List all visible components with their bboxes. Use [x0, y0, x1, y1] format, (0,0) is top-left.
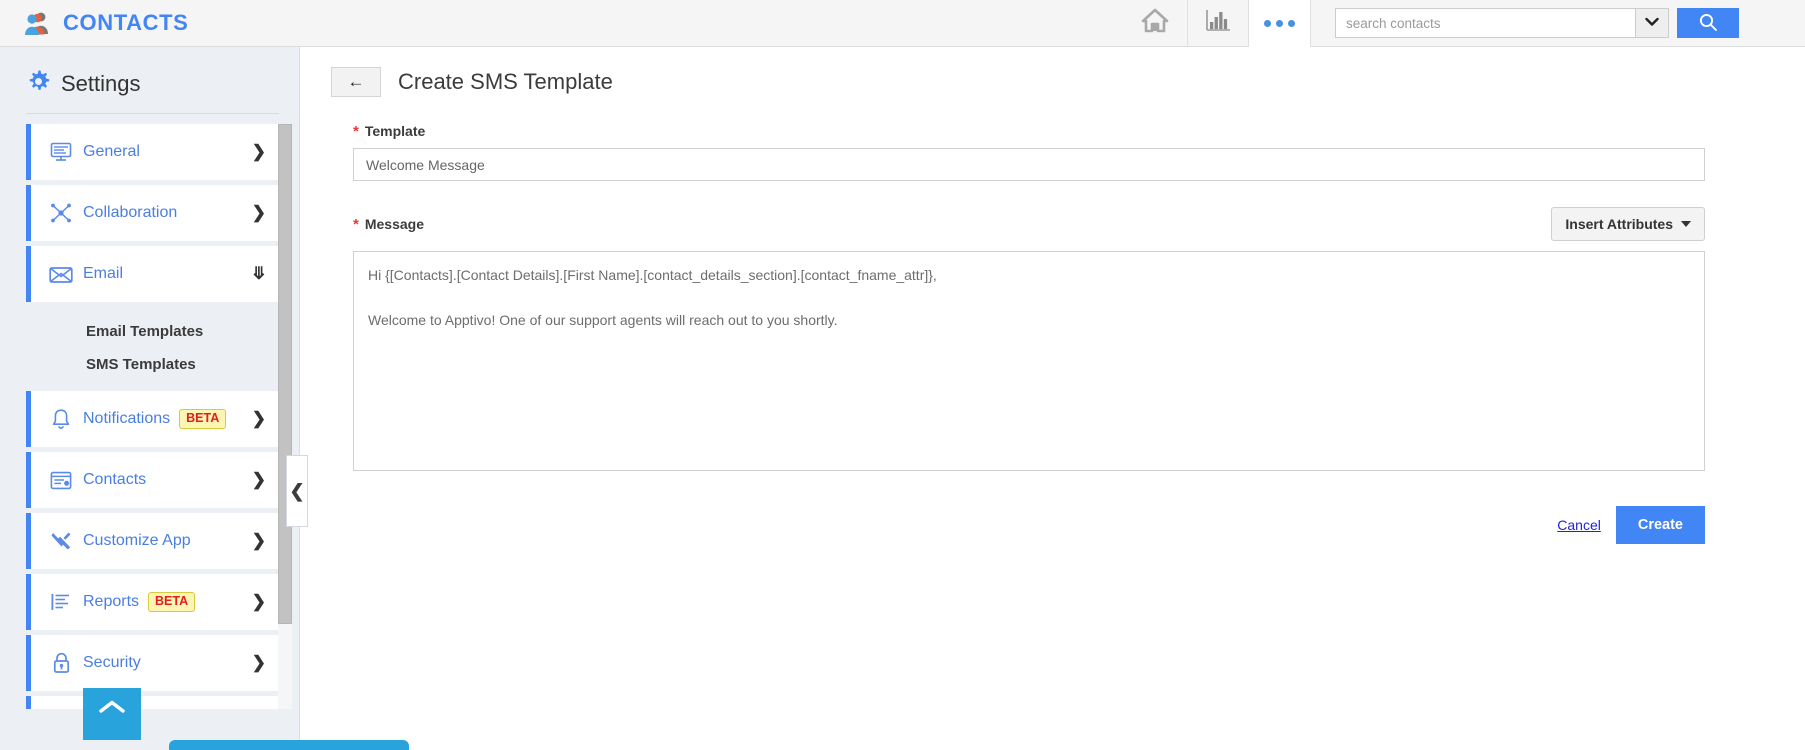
- page-title: Create SMS Template: [398, 69, 613, 95]
- monitor-icon: [39, 142, 83, 162]
- home-icon: [1141, 8, 1169, 38]
- chevron-right-icon: ❯: [252, 124, 266, 180]
- sidebar-item-email[interactable]: Email ⤋: [26, 246, 278, 302]
- required-asterisk: *: [353, 217, 359, 232]
- sidebar-collapse-handle[interactable]: ❮: [286, 455, 308, 527]
- sidebar-item-label: Notifications: [83, 410, 170, 428]
- app-brand-title: CONTACTS: [63, 10, 188, 36]
- tools-icon: [39, 530, 83, 552]
- contact-card-icon: [39, 471, 83, 490]
- app-brand[interactable]: CONTACTS: [24, 10, 188, 36]
- bell-icon: [39, 408, 83, 430]
- lock-icon: [39, 652, 83, 674]
- gear-icon: [26, 69, 51, 99]
- sidebar-item-label: Reports: [83, 593, 139, 611]
- network-icon: [39, 202, 83, 224]
- list-lines-icon: [39, 592, 83, 612]
- sidebar-scrollbar-thumb[interactable]: [278, 124, 292, 624]
- sidebar-scroll-area: General ❯: [26, 124, 301, 709]
- sidebar-item-api[interactable]: API ❯: [26, 696, 278, 709]
- form-actions: Cancel Create: [353, 506, 1705, 544]
- analytics-button[interactable]: [1187, 0, 1249, 47]
- more-dots-icon: [1264, 20, 1295, 27]
- sidebar-item-notifications[interactable]: Notifications BETA ❯: [26, 391, 278, 447]
- scroll-to-top-button[interactable]: [83, 688, 141, 740]
- sidebar-item-contacts[interactable]: Contacts ❯: [26, 452, 278, 508]
- beta-badge: BETA: [148, 592, 195, 612]
- sidebar-item-label: Email: [83, 265, 123, 283]
- sidebar-item-label: Customize App: [83, 532, 191, 550]
- sidebar-item-security[interactable]: Security ❯: [26, 635, 278, 691]
- template-label-text: Template: [365, 123, 425, 139]
- bottom-chat-bar[interactable]: [169, 740, 409, 750]
- back-button[interactable]: ←: [331, 67, 381, 97]
- chevron-left-icon: ❮: [289, 481, 304, 502]
- template-name-input[interactable]: [353, 148, 1705, 181]
- chevron-right-icon: ❯: [252, 452, 266, 508]
- sms-template-form: * Template * Message Insert Attributes H…: [301, 97, 1701, 544]
- chevron-right-icon: ❯: [252, 391, 266, 447]
- message-field-label: * Message: [353, 216, 424, 232]
- sidebar-item-label: Security: [83, 654, 141, 672]
- more-options-button[interactable]: [1249, 0, 1311, 47]
- header-search: [1335, 8, 1805, 38]
- insert-attributes-label: Insert Attributes: [1565, 216, 1673, 232]
- email-submenu: Email Templates SMS Templates: [26, 307, 278, 391]
- caret-down-icon: [1681, 221, 1691, 227]
- search-input[interactable]: [1335, 8, 1635, 38]
- contacts-people-icon: [24, 10, 52, 36]
- chevron-right-icon: ❯: [252, 635, 266, 691]
- message-label-text: Message: [365, 216, 424, 232]
- main-content: ← Create SMS Template * Template * Messa…: [301, 47, 1805, 750]
- chevron-right-icon: ❯: [252, 185, 266, 241]
- sidebar-item-reports[interactable]: Reports BETA ❯: [26, 574, 278, 630]
- chevron-up-icon: [98, 699, 126, 720]
- create-button[interactable]: Create: [1616, 506, 1705, 544]
- sidebar-item-label: Contacts: [83, 471, 146, 489]
- search-scope-dropdown[interactable]: [1635, 8, 1669, 38]
- sidebar-title: Settings: [61, 71, 141, 97]
- beta-badge: BETA: [179, 409, 226, 429]
- message-textarea[interactable]: Hi {[Contacts].[Contact Details].[First …: [353, 251, 1705, 471]
- search-submit-button[interactable]: [1677, 8, 1739, 38]
- back-arrow-icon: ←: [348, 72, 365, 92]
- search-icon: [1698, 12, 1718, 35]
- cancel-link[interactable]: Cancel: [1557, 517, 1601, 533]
- chevron-right-icon: ❯: [252, 574, 266, 630]
- sidebar-header: Settings: [0, 47, 299, 113]
- template-field-label: * Template: [353, 123, 1701, 139]
- settings-sidebar: Settings General ❯: [0, 47, 300, 750]
- submenu-item-email-templates[interactable]: Email Templates: [26, 315, 278, 348]
- chevron-down-icon: ⤋: [252, 246, 266, 302]
- chevron-right-icon: ❯: [252, 696, 266, 709]
- page-header: ← Create SMS Template: [301, 47, 1805, 97]
- sidebar-item-label: Collaboration: [83, 204, 177, 222]
- sidebar-item-general[interactable]: General ❯: [26, 124, 278, 180]
- chevron-right-icon: ❯: [252, 513, 266, 569]
- sidebar-divider: [26, 113, 279, 114]
- sidebar-item-label: General: [83, 143, 140, 161]
- message-field-row: * Message Insert Attributes: [353, 207, 1705, 241]
- sidebar-nav-list: General ❯: [26, 124, 278, 709]
- sidebar-item-customize-app[interactable]: Customize App ❯: [26, 513, 278, 569]
- top-header-bar: CONTACTS: [0, 0, 1805, 47]
- chevron-down-icon: [1645, 14, 1659, 32]
- sidebar-item-collaboration[interactable]: Collaboration ❯: [26, 185, 278, 241]
- bar-chart-icon: [1205, 9, 1231, 38]
- home-button[interactable]: [1123, 0, 1187, 47]
- submenu-item-sms-templates[interactable]: SMS Templates: [26, 348, 278, 381]
- insert-attributes-button[interactable]: Insert Attributes: [1551, 207, 1705, 241]
- envelope-icon: [39, 265, 83, 284]
- required-asterisk: *: [353, 124, 359, 139]
